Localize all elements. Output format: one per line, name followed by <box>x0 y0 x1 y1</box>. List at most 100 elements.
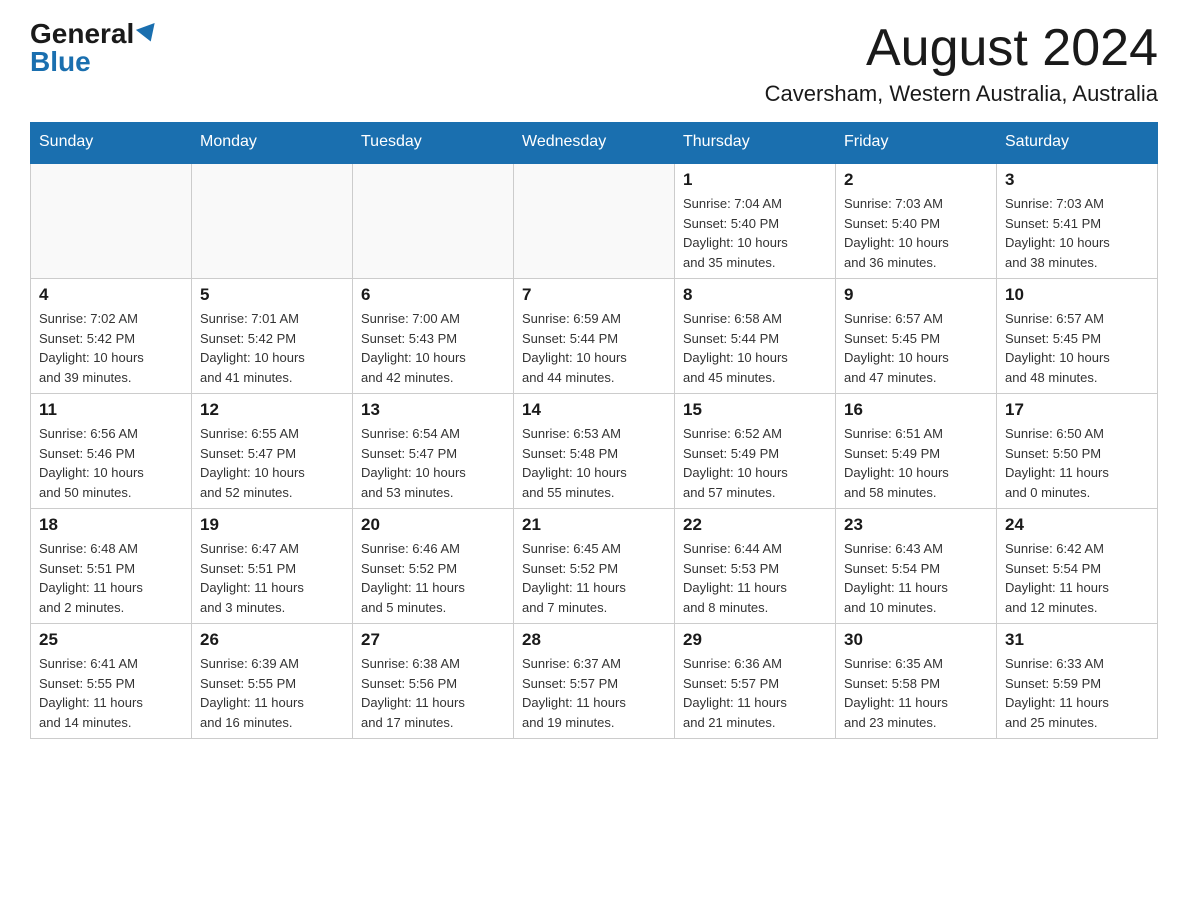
day-info: Sunrise: 6:46 AM Sunset: 5:52 PM Dayligh… <box>361 539 505 617</box>
table-row: 15Sunrise: 6:52 AM Sunset: 5:49 PM Dayli… <box>675 394 836 509</box>
col-saturday: Saturday <box>997 123 1158 163</box>
day-info: Sunrise: 7:00 AM Sunset: 5:43 PM Dayligh… <box>361 309 505 387</box>
day-number: 8 <box>683 285 827 305</box>
day-number: 25 <box>39 630 183 650</box>
table-row: 2Sunrise: 7:03 AM Sunset: 5:40 PM Daylig… <box>836 163 997 279</box>
day-info: Sunrise: 6:33 AM Sunset: 5:59 PM Dayligh… <box>1005 654 1149 732</box>
day-number: 7 <box>522 285 666 305</box>
day-number: 28 <box>522 630 666 650</box>
col-thursday: Thursday <box>675 123 836 163</box>
col-sunday: Sunday <box>31 123 192 163</box>
table-row: 22 Sunrise: 6:44 AM Sunset: 5:53 PM Dayli… <box>675 509 836 624</box>
day-number: 6 <box>361 285 505 305</box>
table-row: 30 Sunrise: 6:35 AM Sunset: 5:58 PM Dayli… <box>836 624 997 739</box>
title-area: August 2024 Caversham, Western Australia… <box>765 20 1158 107</box>
table-row: 19Sunrise: 6:47 AM Sunset: 5:51 PM Dayli… <box>192 509 353 624</box>
day-number: 14 <box>522 400 666 420</box>
table-row: 20 Sunrise: 6:46 AM Sunset: 5:52 PM Dayli… <box>353 509 514 624</box>
day-info: Sunrise: 7:02 AM Sunset: 5:42 PM Dayligh… <box>39 309 183 387</box>
day-info: Sunrise: 7:01 AM Sunset: 5:42 PM Dayligh… <box>200 309 344 387</box>
day-number: 29 <box>683 630 827 650</box>
calendar-week-4: 18 Sunrise: 6:48 AM Sunset: 5:51 PM Dayli… <box>31 509 1158 624</box>
day-number: 20 <box>361 515 505 535</box>
day-number: 22 <box>683 515 827 535</box>
calendar-week-3: 11Sunrise: 6:56 AM Sunset: 5:46 PM Dayli… <box>31 394 1158 509</box>
table-row: 11Sunrise: 6:56 AM Sunset: 5:46 PM Dayli… <box>31 394 192 509</box>
calendar-header-row: Sunday Monday Tuesday Wednesday Thursday… <box>31 123 1158 163</box>
table-row: 31 Sunrise: 6:33 AM Sunset: 5:59 PM Dayli… <box>997 624 1158 739</box>
table-row: 28Sunrise: 6:37 AM Sunset: 5:57 PM Dayli… <box>514 624 675 739</box>
day-info: Sunrise: 6:42 AM Sunset: 5:54 PM Dayligh… <box>1005 539 1149 617</box>
day-info: Sunrise: 6:56 AM Sunset: 5:46 PM Dayligh… <box>39 424 183 502</box>
day-number: 23 <box>844 515 988 535</box>
day-number: 15 <box>683 400 827 420</box>
day-number: 16 <box>844 400 988 420</box>
day-info: Sunrise: 7:03 AM Sunset: 5:40 PM Dayligh… <box>844 194 988 272</box>
day-info: Sunrise: 6:45 AM Sunset: 5:52 PM Dayligh… <box>522 539 666 617</box>
day-info: Sunrise: 6:43 AM Sunset: 5:54 PM Dayligh… <box>844 539 988 617</box>
day-number: 30 <box>844 630 988 650</box>
calendar-table: Sunday Monday Tuesday Wednesday Thursday… <box>30 122 1158 739</box>
calendar-week-2: 4 Sunrise: 7:02 AM Sunset: 5:42 PM Daylig… <box>31 279 1158 394</box>
col-wednesday: Wednesday <box>514 123 675 163</box>
table-row: 14 Sunrise: 6:53 AM Sunset: 5:48 PM Dayli… <box>514 394 675 509</box>
table-row <box>192 163 353 279</box>
page-header: General Blue August 2024 Caversham, West… <box>30 20 1158 107</box>
day-number: 10 <box>1005 285 1149 305</box>
table-row: 1 Sunrise: 7:04 AM Sunset: 5:40 PM Daylig… <box>675 163 836 279</box>
table-row: 7Sunrise: 6:59 AM Sunset: 5:44 PM Daylig… <box>514 279 675 394</box>
day-info: Sunrise: 6:57 AM Sunset: 5:45 PM Dayligh… <box>844 309 988 387</box>
day-number: 31 <box>1005 630 1149 650</box>
day-info: Sunrise: 6:47 AM Sunset: 5:51 PM Dayligh… <box>200 539 344 617</box>
table-row <box>31 163 192 279</box>
day-info: Sunrise: 6:54 AM Sunset: 5:47 PM Dayligh… <box>361 424 505 502</box>
day-info: Sunrise: 6:35 AM Sunset: 5:58 PM Dayligh… <box>844 654 988 732</box>
day-number: 17 <box>1005 400 1149 420</box>
day-info: Sunrise: 6:51 AM Sunset: 5:49 PM Dayligh… <box>844 424 988 502</box>
day-number: 5 <box>200 285 344 305</box>
location-subtitle: Caversham, Western Australia, Australia <box>765 81 1158 107</box>
day-number: 9 <box>844 285 988 305</box>
day-number: 18 <box>39 515 183 535</box>
day-info: Sunrise: 6:39 AM Sunset: 5:55 PM Dayligh… <box>200 654 344 732</box>
day-info: Sunrise: 6:41 AM Sunset: 5:55 PM Dayligh… <box>39 654 183 732</box>
month-title: August 2024 <box>765 20 1158 77</box>
day-info: Sunrise: 6:50 AM Sunset: 5:50 PM Dayligh… <box>1005 424 1149 502</box>
day-info: Sunrise: 6:53 AM Sunset: 5:48 PM Dayligh… <box>522 424 666 502</box>
day-number: 1 <box>683 170 827 190</box>
table-row: 25 Sunrise: 6:41 AM Sunset: 5:55 PM Dayli… <box>31 624 192 739</box>
day-number: 13 <box>361 400 505 420</box>
day-number: 26 <box>200 630 344 650</box>
day-info: Sunrise: 6:58 AM Sunset: 5:44 PM Dayligh… <box>683 309 827 387</box>
day-number: 24 <box>1005 515 1149 535</box>
day-number: 12 <box>200 400 344 420</box>
day-info: Sunrise: 7:03 AM Sunset: 5:41 PM Dayligh… <box>1005 194 1149 272</box>
table-row: 21 Sunrise: 6:45 AM Sunset: 5:52 PM Dayli… <box>514 509 675 624</box>
day-info: Sunrise: 6:55 AM Sunset: 5:47 PM Dayligh… <box>200 424 344 502</box>
table-row: 3 Sunrise: 7:03 AM Sunset: 5:41 PM Daylig… <box>997 163 1158 279</box>
table-row: 6 Sunrise: 7:00 AM Sunset: 5:43 PM Daylig… <box>353 279 514 394</box>
table-row: 12 Sunrise: 6:55 AM Sunset: 5:47 PM Dayli… <box>192 394 353 509</box>
table-row: 13 Sunrise: 6:54 AM Sunset: 5:47 PM Dayli… <box>353 394 514 509</box>
day-info: Sunrise: 6:48 AM Sunset: 5:51 PM Dayligh… <box>39 539 183 617</box>
day-info: Sunrise: 6:44 AM Sunset: 5:53 PM Dayligh… <box>683 539 827 617</box>
table-row: 24 Sunrise: 6:42 AM Sunset: 5:54 PM Dayli… <box>997 509 1158 624</box>
table-row: 16 Sunrise: 6:51 AM Sunset: 5:49 PM Dayli… <box>836 394 997 509</box>
logo-blue-text: Blue <box>30 48 91 76</box>
col-friday: Friday <box>836 123 997 163</box>
table-row <box>514 163 675 279</box>
day-number: 4 <box>39 285 183 305</box>
day-number: 3 <box>1005 170 1149 190</box>
calendar-week-5: 25 Sunrise: 6:41 AM Sunset: 5:55 PM Dayli… <box>31 624 1158 739</box>
day-number: 21 <box>522 515 666 535</box>
table-row: 17 Sunrise: 6:50 AM Sunset: 5:50 PM Dayli… <box>997 394 1158 509</box>
day-info: Sunrise: 6:36 AM Sunset: 5:57 PM Dayligh… <box>683 654 827 732</box>
table-row: 18 Sunrise: 6:48 AM Sunset: 5:51 PM Dayli… <box>31 509 192 624</box>
table-row: 27Sunrise: 6:38 AM Sunset: 5:56 PM Dayli… <box>353 624 514 739</box>
col-tuesday: Tuesday <box>353 123 514 163</box>
table-row: 4 Sunrise: 7:02 AM Sunset: 5:42 PM Daylig… <box>31 279 192 394</box>
col-monday: Monday <box>192 123 353 163</box>
logo-general-text: General <box>30 20 134 48</box>
calendar-week-1: 1 Sunrise: 7:04 AM Sunset: 5:40 PM Daylig… <box>31 163 1158 279</box>
day-info: Sunrise: 7:04 AM Sunset: 5:40 PM Dayligh… <box>683 194 827 272</box>
